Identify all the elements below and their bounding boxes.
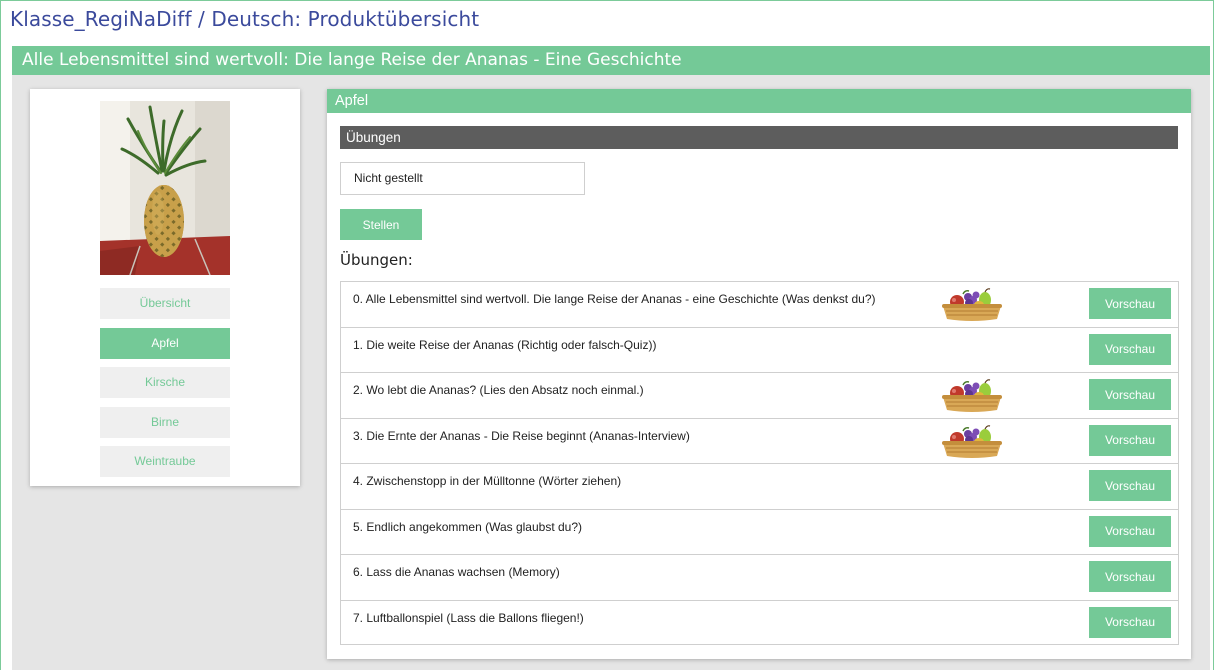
sidebar-item-weintraube[interactable]: Weintraube <box>100 446 230 477</box>
list-item: 0. Alle Lebensmittel sind wertvoll. Die … <box>341 282 1178 328</box>
course-banner: Alle Lebensmittel sind wertvoll: Die lan… <box>12 46 1210 75</box>
exercise-panel: Apfel Übungen Nicht gestellt Stellen Übu… <box>327 89 1191 659</box>
fruit-basket-icon <box>941 377 1003 413</box>
preview-button[interactable]: Vorschau <box>1089 379 1171 410</box>
assignment-status-field[interactable]: Nicht gestellt <box>340 162 585 195</box>
exercise-title: 1. Die weite Reise der Ananas (Richtig o… <box>353 337 657 352</box>
preview-button[interactable]: Vorschau <box>1089 424 1171 456</box>
list-item: 2. Wo lebt die Ananas? (Lies den Absatz … <box>341 373 1178 419</box>
product-sidebar: Übersicht Apfel Kirsche Birne Weintraube <box>30 89 300 486</box>
list-item: 1. Die weite Reise der Ananas (Richtig o… <box>341 328 1178 373</box>
list-item: 3. Die Ernte der Ananas - Die Reise begi… <box>341 419 1178 464</box>
preview-button[interactable]: Vorschau <box>1089 606 1171 638</box>
preview-button[interactable]: Vorschau <box>1089 333 1171 365</box>
list-item: 4. Zwischenstopp in der Mülltonne (Wörte… <box>341 464 1178 510</box>
sidebar-item-birne[interactable]: Birne <box>100 406 230 438</box>
exercise-title: 3. Die Ernte der Ananas - Die Reise begi… <box>353 428 690 443</box>
preview-button[interactable]: Vorschau <box>1089 470 1171 501</box>
exercise-title: 0. Alle Lebensmittel sind wertvoll. Die … <box>353 292 876 306</box>
list-item: 6. Lass die Ananas wachsen (Memory) Vors… <box>341 555 1178 601</box>
sidebar-item-apfel[interactable]: Apfel <box>100 327 230 359</box>
exercises-subheader: Übungen <box>340 126 1178 149</box>
product-image <box>100 101 230 275</box>
page-title: Klasse_RegiNaDiff / Deutsch: Produktüber… <box>10 7 480 31</box>
exercise-list: 0. Alle Lebensmittel sind wertvoll. Die … <box>340 281 1179 645</box>
sidebar-item-uebersicht[interactable]: Übersicht <box>100 288 230 319</box>
exercise-title: 4. Zwischenstopp in der Mülltonne (Wörte… <box>353 474 622 488</box>
list-item: 5. Endlich angekommen (Was glaubst du?) … <box>341 510 1178 555</box>
exercise-title: 5. Endlich angekommen (Was glaubst du?) <box>353 519 583 534</box>
exercise-title: 6. Lass die Ananas wachsen (Memory) <box>353 565 560 579</box>
preview-button[interactable]: Vorschau <box>1089 561 1171 592</box>
preview-button[interactable]: Vorschau <box>1089 515 1171 547</box>
sidebar-item-kirsche[interactable]: Kirsche <box>100 367 230 398</box>
sidebar-nav: Übersicht Apfel Kirsche Birne Weintraube <box>100 288 230 486</box>
assign-button[interactable]: Stellen <box>340 209 422 240</box>
fruit-basket-icon <box>941 286 1003 322</box>
exercise-title: 2. Wo lebt die Ananas? (Lies den Absatz … <box>353 383 644 397</box>
preview-button[interactable]: Vorschau <box>1089 288 1171 319</box>
exercise-list-heading: Übungen: <box>340 251 413 269</box>
exercise-title: 7. Luftballonspiel (Lass die Ballons fli… <box>353 610 584 625</box>
section-title: Apfel <box>327 89 1191 113</box>
fruit-basket-icon <box>941 423 1003 459</box>
list-item: 7. Luftballonspiel (Lass die Ballons fli… <box>341 601 1178 647</box>
